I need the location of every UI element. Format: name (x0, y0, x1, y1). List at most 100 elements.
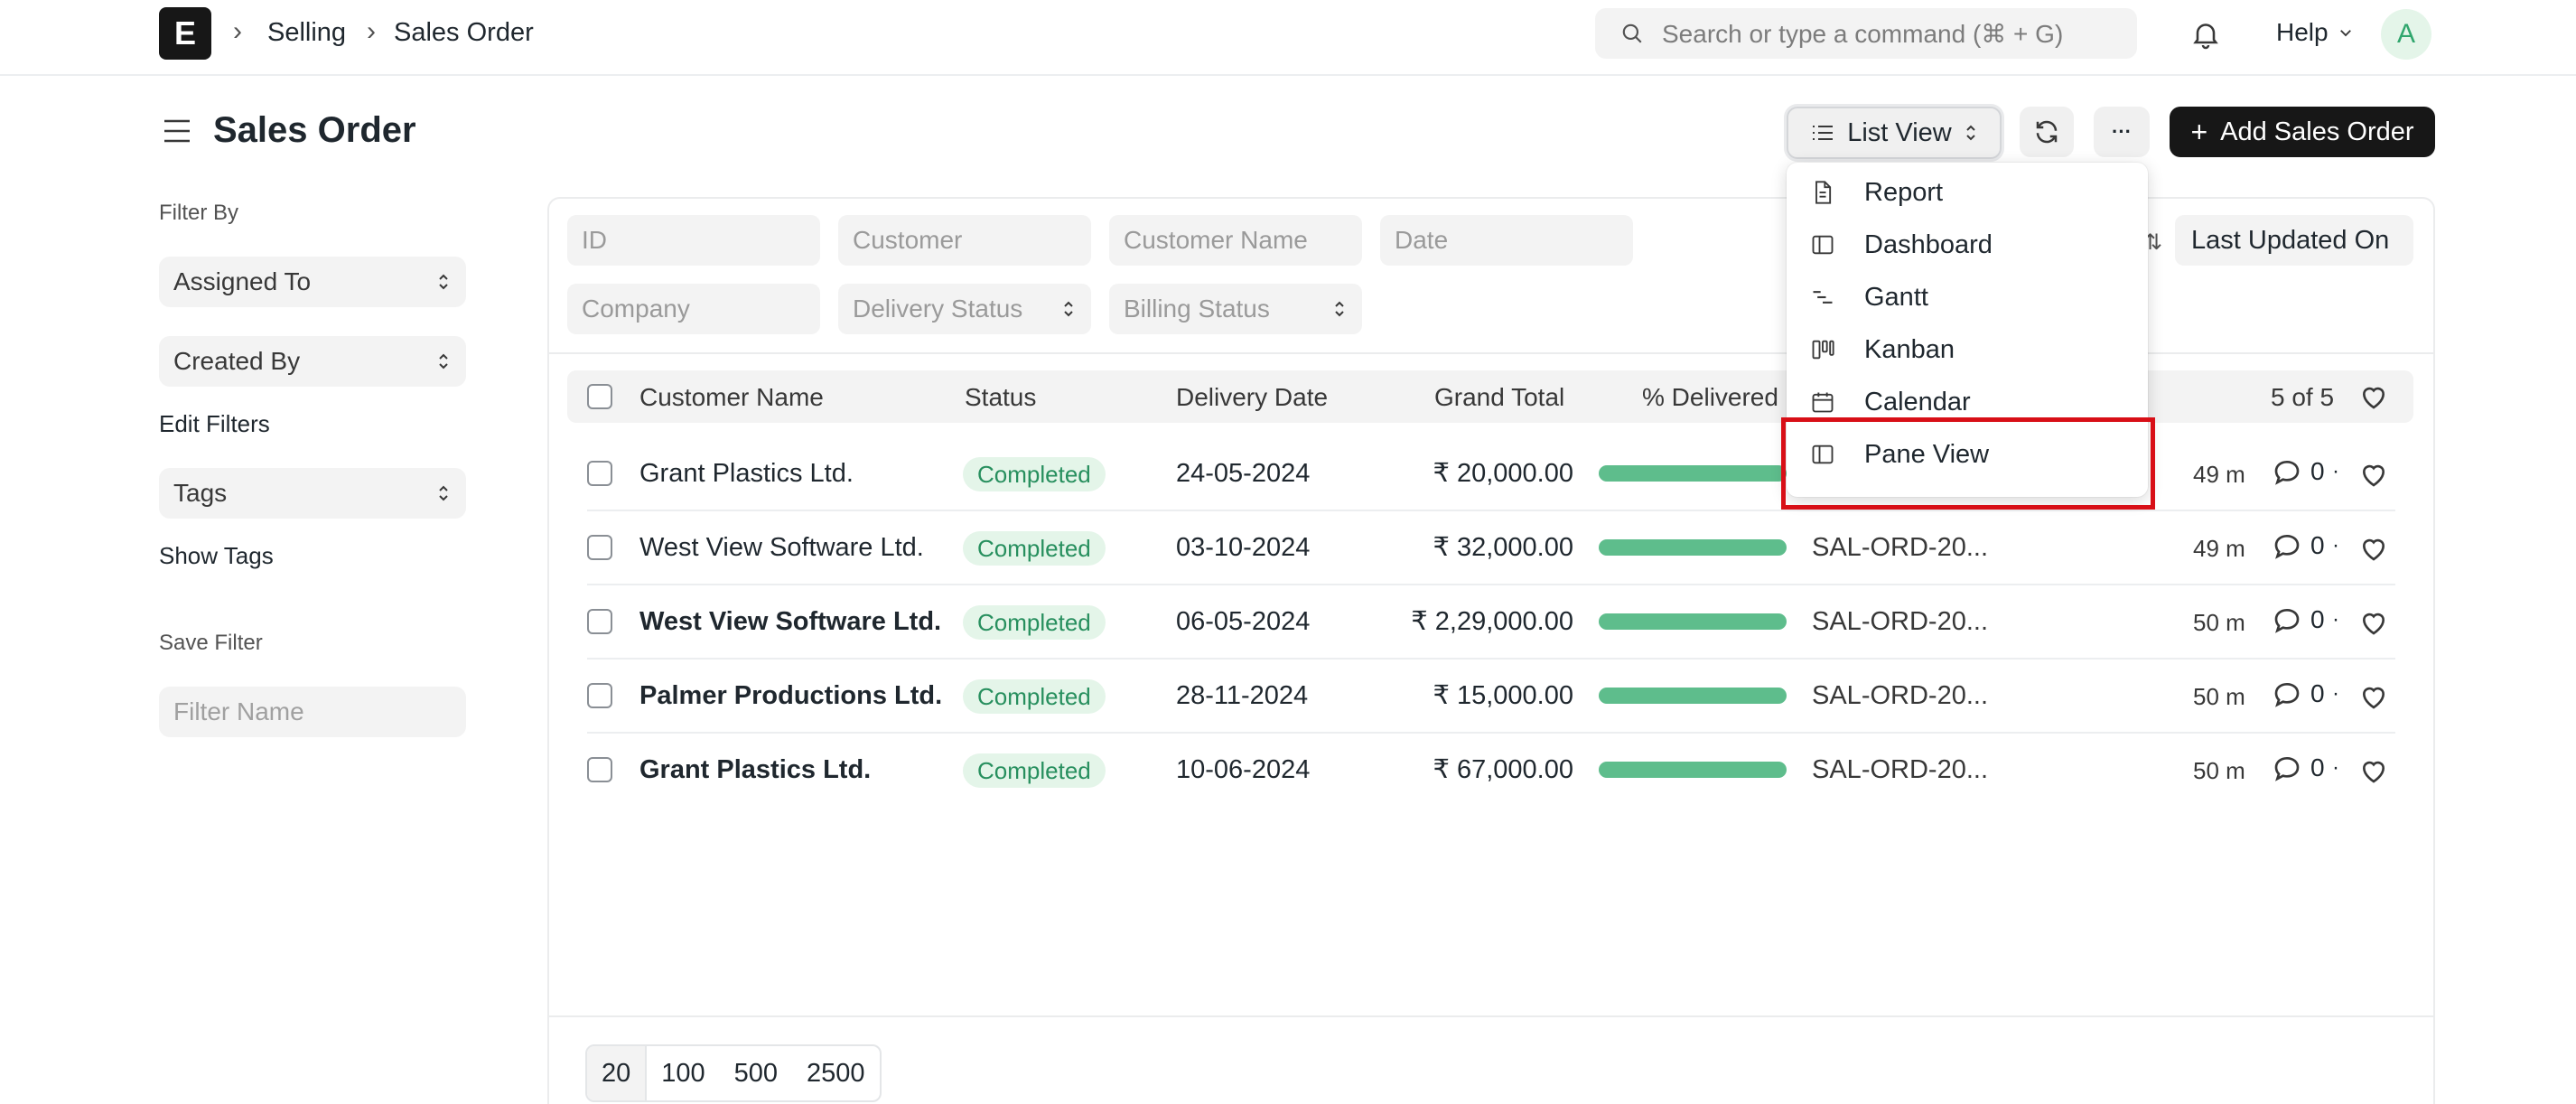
kanban-icon (1812, 340, 1834, 360)
row-checkbox[interactable] (587, 609, 612, 634)
customer-filter[interactable]: Customer (838, 215, 1091, 266)
breadcrumb-selling[interactable]: Selling (267, 18, 346, 48)
id-filter[interactable]: ID (567, 215, 820, 266)
menu-item-label: Gantt (1864, 282, 1928, 312)
row-checkbox[interactable] (587, 757, 612, 782)
more-icon: ··· (2112, 120, 2132, 143)
row-comment-count[interactable]: 0 (2273, 531, 2325, 560)
select-arrows-icon (1335, 301, 1344, 317)
row-modified-time: 50 m (2193, 757, 2245, 784)
billing-status-filter[interactable]: Billing Status (1109, 284, 1362, 334)
customer-name-filter[interactable]: Customer Name (1109, 215, 1362, 266)
separator-dot: · (2332, 755, 2339, 780)
app-logo[interactable]: E (159, 7, 211, 60)
add-sales-order-button[interactable]: + Add Sales Order (2170, 107, 2435, 157)
page-size-500[interactable]: 500 (720, 1046, 792, 1100)
row-checkbox[interactable] (587, 461, 612, 486)
divider (549, 352, 2433, 354)
breadcrumb-sales-order[interactable]: Sales Order (394, 18, 534, 48)
delivery-status-label: Delivery Status (853, 295, 1023, 323)
row-customer-name[interactable]: West View Software Ltd. (639, 607, 941, 637)
row-divider (587, 658, 2395, 660)
comment-icon (2274, 534, 2300, 559)
row-sales-order-id[interactable]: SAL-ORD-20... (1812, 607, 1988, 637)
created-by-select[interactable]: Created By (159, 336, 466, 387)
row-grand-total: ₹ 67,000.00 (1433, 755, 1573, 784)
column-delivery-date: Delivery Date (1176, 383, 1329, 411)
search-icon (1622, 23, 1642, 43)
row-grand-total: ₹ 32,000.00 (1433, 533, 1573, 562)
avatar[interactable]: A (2381, 9, 2431, 60)
add-button-label: Add Sales Order (2220, 117, 2414, 146)
sidebar-toggle-icon[interactable] (163, 117, 191, 145)
billing-status-label: Billing Status (1124, 295, 1270, 323)
select-all-checkbox[interactable] (587, 384, 612, 409)
separator-dot: · (2332, 533, 2339, 557)
comment-icon (2274, 756, 2300, 781)
heart-icon[interactable] (2359, 461, 2388, 488)
comment-icon (2274, 460, 2300, 485)
row-divider (587, 732, 2395, 734)
heart-icon[interactable] (2359, 757, 2388, 784)
record-count: 5 of 5 (2271, 383, 2335, 411)
help-menu[interactable]: Help (2276, 18, 2354, 47)
row-customer-name[interactable]: Grant Plastics Ltd. (639, 755, 871, 785)
row-modified-time: 50 m (2193, 609, 2245, 636)
row-checkbox[interactable] (587, 535, 612, 560)
filter-name-input[interactable]: Filter Name (159, 687, 466, 737)
delivered-progress-bar (1599, 688, 1787, 704)
select-arrows-icon (1064, 301, 1073, 317)
select-arrows-icon (439, 274, 448, 290)
row-comment-count[interactable]: 0 (2273, 457, 2325, 486)
heart-icon[interactable] (2359, 535, 2388, 562)
row-sales-order-id[interactable]: SAL-ORD-20... (1812, 533, 1988, 563)
row-checkbox[interactable] (587, 683, 612, 708)
row-modified-time: 50 m (2193, 683, 2245, 710)
row-customer-name[interactable]: West View Software Ltd. (639, 533, 924, 563)
row-sales-order-id[interactable]: SAL-ORD-20... (1812, 755, 1988, 785)
row-delivery-date: 06-05-2024 (1176, 607, 1311, 636)
comment-icon (2274, 682, 2300, 707)
menu-item-gantt[interactable]: Gantt (1787, 271, 2148, 323)
row-grand-total: ₹ 20,000.00 (1433, 459, 1573, 488)
assigned-to-label: Assigned To (173, 267, 312, 295)
row-delivery-date: 28-11-2024 (1176, 681, 1309, 710)
more-actions-button[interactable]: ··· (2094, 107, 2150, 157)
menu-item-label: Kanban (1864, 334, 1955, 364)
row-comment-count[interactable]: 0 (2273, 605, 2325, 634)
created-by-label: Created By (173, 347, 301, 375)
bell-icon[interactable] (2189, 18, 2222, 51)
menu-item-label: Dashboard (1864, 229, 1993, 259)
heart-icon[interactable] (2359, 383, 2388, 410)
comment-count: 0 (2310, 531, 2325, 559)
tags-select[interactable]: Tags (159, 468, 466, 519)
row-divider (587, 584, 2395, 585)
search-bar[interactable]: Search or type a command (⌘ + G) (1595, 8, 2137, 59)
row-customer-name[interactable]: Palmer Productions Ltd. (639, 681, 942, 711)
delivery-status-filter[interactable]: Delivery Status (838, 284, 1091, 334)
heart-icon[interactable] (2359, 609, 2388, 636)
tags-label: Tags (173, 479, 228, 507)
row-grand-total: ₹ 2,29,000.00 (1411, 607, 1573, 636)
row-sales-order-id[interactable]: SAL-ORD-20... (1812, 681, 1988, 711)
company-filter[interactable]: Company (567, 284, 820, 334)
show-tags-link[interactable]: Show Tags (159, 542, 274, 570)
page-size-100[interactable]: 100 (647, 1046, 719, 1100)
page-size-2500[interactable]: 2500 (792, 1046, 880, 1100)
highlight-box (1781, 417, 2155, 510)
page-size-20[interactable]: 20 (587, 1046, 648, 1100)
menu-item-report[interactable]: Report (1787, 166, 2148, 219)
separator-dot: · (2332, 607, 2339, 632)
row-customer-name[interactable]: Grant Plastics Ltd. (639, 459, 854, 489)
assigned-to-select[interactable]: Assigned To (159, 257, 466, 307)
view-switcher-button[interactable]: List View (1787, 107, 2002, 159)
refresh-button[interactable] (2020, 107, 2074, 157)
edit-filters-link[interactable]: Edit Filters (159, 410, 270, 438)
menu-item-kanban[interactable]: Kanban (1787, 323, 2148, 376)
row-comment-count[interactable]: 0 (2273, 679, 2325, 708)
sort-by-label[interactable]: Last Updated On (2191, 226, 2389, 256)
heart-icon[interactable] (2359, 683, 2388, 710)
menu-item-dashboard[interactable]: Dashboard (1787, 219, 2148, 271)
date-filter[interactable]: Date (1380, 215, 1633, 266)
row-comment-count[interactable]: 0 (2273, 753, 2325, 782)
